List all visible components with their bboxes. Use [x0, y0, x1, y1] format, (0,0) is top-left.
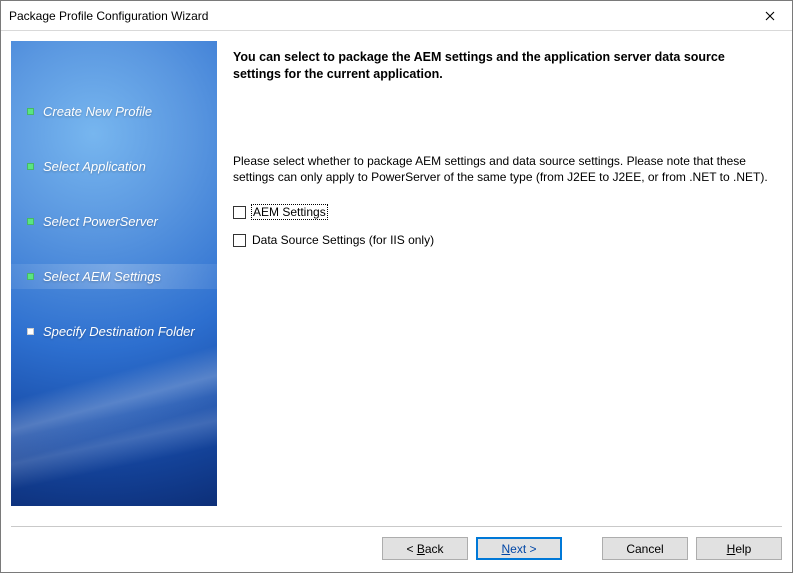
button-text: Help: [727, 542, 752, 556]
close-icon: [765, 11, 775, 21]
bullet-done-icon: [27, 218, 34, 225]
button-text: Next >: [501, 542, 536, 556]
sidebar-item-label: Select AEM Settings: [43, 269, 161, 284]
checkbox-label: AEM Settings: [252, 205, 327, 219]
body-area: Create New Profile Select Application Se…: [1, 31, 792, 526]
sidebar-item-create-profile: Create New Profile: [11, 99, 217, 124]
button-text: Cancel: [626, 542, 663, 556]
checkbox-label: Data Source Settings (for IIS only): [252, 233, 434, 247]
wizard-footer: < Back Next > Cancel Help: [11, 526, 782, 572]
sidebar-item-label: Select PowerServer: [43, 214, 158, 229]
sidebar-item-select-aem-settings: Select AEM Settings: [11, 264, 217, 289]
bullet-pending-icon: [27, 328, 34, 335]
titlebar: Package Profile Configuration Wizard: [1, 1, 792, 31]
sidebar-item-label: Create New Profile: [43, 104, 152, 119]
sidebar-item-select-application: Select Application: [11, 154, 217, 179]
button-spacer: [570, 537, 594, 560]
back-button[interactable]: < Back: [382, 537, 468, 560]
sidebar-item-destination-folder: Specify Destination Folder: [11, 319, 217, 344]
bullet-done-icon: [27, 163, 34, 170]
sidebar-item-select-powerserver: Select PowerServer: [11, 209, 217, 234]
next-button[interactable]: Next >: [476, 537, 562, 560]
button-text: < Back: [406, 542, 443, 556]
cancel-button[interactable]: Cancel: [602, 537, 688, 560]
page-instruction: Please select whether to package AEM set…: [233, 153, 772, 185]
wizard-content: You can select to package the AEM settin…: [217, 41, 782, 526]
window-title: Package Profile Configuration Wizard: [9, 9, 208, 23]
sidebar-item-label: Specify Destination Folder: [43, 324, 195, 339]
checkbox-row-aem[interactable]: AEM Settings: [233, 205, 772, 219]
help-button[interactable]: Help: [696, 537, 782, 560]
wizard-sidebar: Create New Profile Select Application Se…: [11, 41, 217, 506]
bullet-current-icon: [27, 273, 34, 280]
page-heading: You can select to package the AEM settin…: [233, 49, 772, 83]
wizard-window: Package Profile Configuration Wizard Cre…: [0, 0, 793, 573]
bullet-done-icon: [27, 108, 34, 115]
sidebar-item-label: Select Application: [43, 159, 146, 174]
close-button[interactable]: [747, 1, 792, 30]
checkbox-row-datasource[interactable]: Data Source Settings (for IIS only): [233, 233, 772, 247]
checkbox-icon[interactable]: [233, 206, 246, 219]
checkbox-icon[interactable]: [233, 234, 246, 247]
decorative-glow: [11, 341, 217, 506]
